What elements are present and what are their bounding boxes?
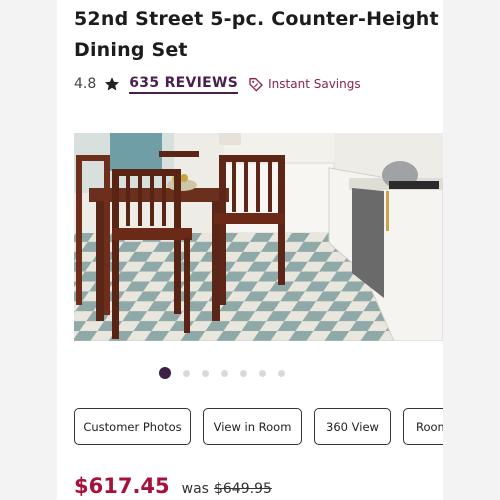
carousel-dot-active[interactable]	[159, 367, 171, 379]
carousel-dot[interactable]	[183, 369, 190, 377]
instant-savings-badge[interactable]: Instant Savings	[248, 76, 361, 92]
view-in-room-button[interactable]: View in Room	[203, 408, 302, 445]
carousel-dot[interactable]	[278, 369, 285, 377]
product-card: 52nd Street 5-pc. Counter-Height Dining …	[57, 0, 443, 500]
sale-price: $617.45	[74, 474, 170, 498]
price-tag-icon	[249, 78, 263, 92]
room-button[interactable]: Room	[403, 408, 443, 445]
product-title: 52nd Street 5-pc. Counter-Height Dining …	[74, 8, 439, 61]
carousel-dot[interactable]	[202, 369, 209, 377]
instant-savings-label: Instant Savings	[268, 77, 361, 91]
star-icon	[105, 77, 120, 91]
price-row: $617.45 was $649.95	[74, 474, 272, 498]
carousel-dot[interactable]	[259, 369, 266, 377]
rating-value: 4.8	[74, 76, 97, 92]
customer-photos-button[interactable]: Customer Photos	[74, 408, 191, 445]
was-label: was	[181, 481, 209, 497]
product-image[interactable]	[74, 133, 443, 341]
media-actions: Customer Photos View in Room 360 View Ro…	[74, 408, 443, 445]
original-price: $649.95	[213, 481, 272, 497]
reviews-link[interactable]: 635 REVIEWS	[129, 75, 239, 94]
rating-row: 4.8 635 REVIEWS Instant Savings	[74, 73, 361, 95]
360-view-button[interactable]: 360 View	[314, 408, 391, 445]
carousel-dot[interactable]	[240, 369, 247, 377]
carousel-dot[interactable]	[221, 369, 228, 377]
carousel-dots	[57, 366, 415, 380]
